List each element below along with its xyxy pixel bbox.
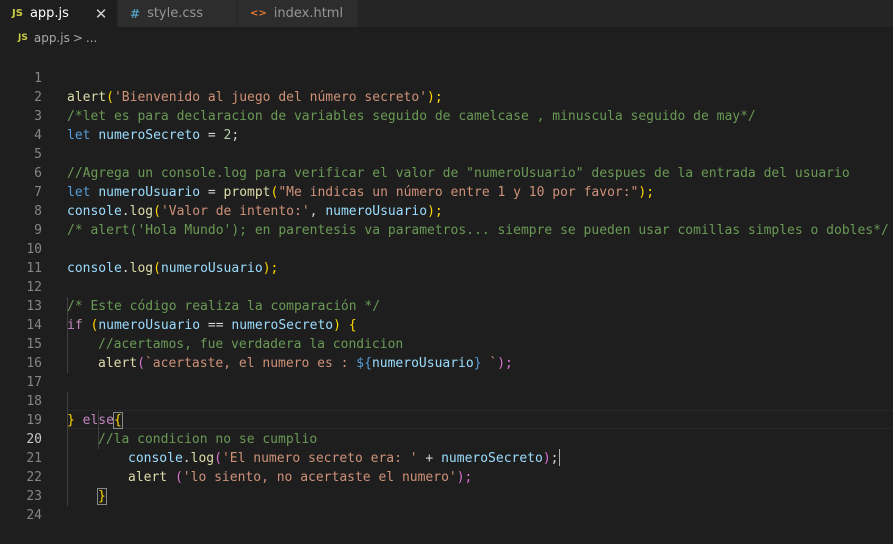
js-file-icon: JS xyxy=(12,8,23,19)
js-file-icon: JS xyxy=(18,33,28,43)
code-line: 12 /* Este código realiza la comparación… xyxy=(0,259,893,314)
tab-label: app.js xyxy=(29,6,69,21)
code-line: 8 /* alert('Hola Mundo'); en parentesis … xyxy=(0,183,893,238)
code-line: 19 //la condicion no se cumplio xyxy=(0,392,893,447)
code-line: 22 } xyxy=(0,449,893,505)
code-line: 9 xyxy=(0,202,893,238)
code-line-current: 20 console.log('El numero secreto era: '… xyxy=(0,411,893,466)
code-line: 6 let numeroUsuario = prompt("Me indicas… xyxy=(0,145,893,200)
code-line: 24 xyxy=(0,487,893,523)
code-line: 2 /*let es para declaracion de variables… xyxy=(0,69,893,124)
code-line: 17 xyxy=(0,354,893,390)
tab-label: style.css xyxy=(147,6,204,21)
code-line: 15 alert(`acertaste, el numero es : ${nu… xyxy=(0,316,893,371)
breadcrumb-file[interactable]: app.js xyxy=(34,31,70,45)
html-file-icon: <> xyxy=(250,8,267,19)
tab-style-css[interactable]: # style.css xyxy=(118,0,238,27)
line-number: 24 xyxy=(26,508,42,523)
chevron-right-icon: > xyxy=(72,31,83,45)
code-line: 18 } else{ xyxy=(0,373,893,429)
breadcrumb: JS app.js > ... xyxy=(0,27,893,49)
code-line: 4 xyxy=(0,107,893,143)
code-line: 10 console.log(numeroUsuario); xyxy=(0,221,893,276)
code-line: 7 console.log('Valor de intento:', numer… xyxy=(0,164,893,219)
code-line: 1 alert('Bienvenido al juego del número … xyxy=(0,50,893,105)
tab-index-html[interactable]: <> index.html xyxy=(238,0,358,27)
breadcrumb-symbols[interactable]: ... xyxy=(86,31,97,45)
code-line: 5 //Agrega un console.log para verificar… xyxy=(0,126,893,181)
code-line: 13 if (numeroUsuario == numeroSecreto) { xyxy=(0,278,893,333)
code-line: 16 xyxy=(0,335,893,371)
code-line: 11 xyxy=(0,240,893,276)
close-icon[interactable]: ✕ xyxy=(93,5,109,23)
tab-label: index.html xyxy=(273,6,344,21)
code-line: 21 alert ('lo siento, no acertaste el nu… xyxy=(0,430,893,485)
tab-app-js[interactable]: JS app.js ✕ xyxy=(0,0,118,27)
tab-bar: JS app.js ✕ # style.css <> index.html xyxy=(0,0,893,27)
code-line: 3 let numeroSecreto = 2; xyxy=(0,88,893,143)
css-file-icon: # xyxy=(130,6,141,21)
code-editor[interactable]: 1 alert('Bienvenido al juego del número … xyxy=(0,50,893,523)
code-line: 14 //acertamos, fue verdadera la condici… xyxy=(0,297,893,352)
code-line: 23 xyxy=(0,468,893,504)
